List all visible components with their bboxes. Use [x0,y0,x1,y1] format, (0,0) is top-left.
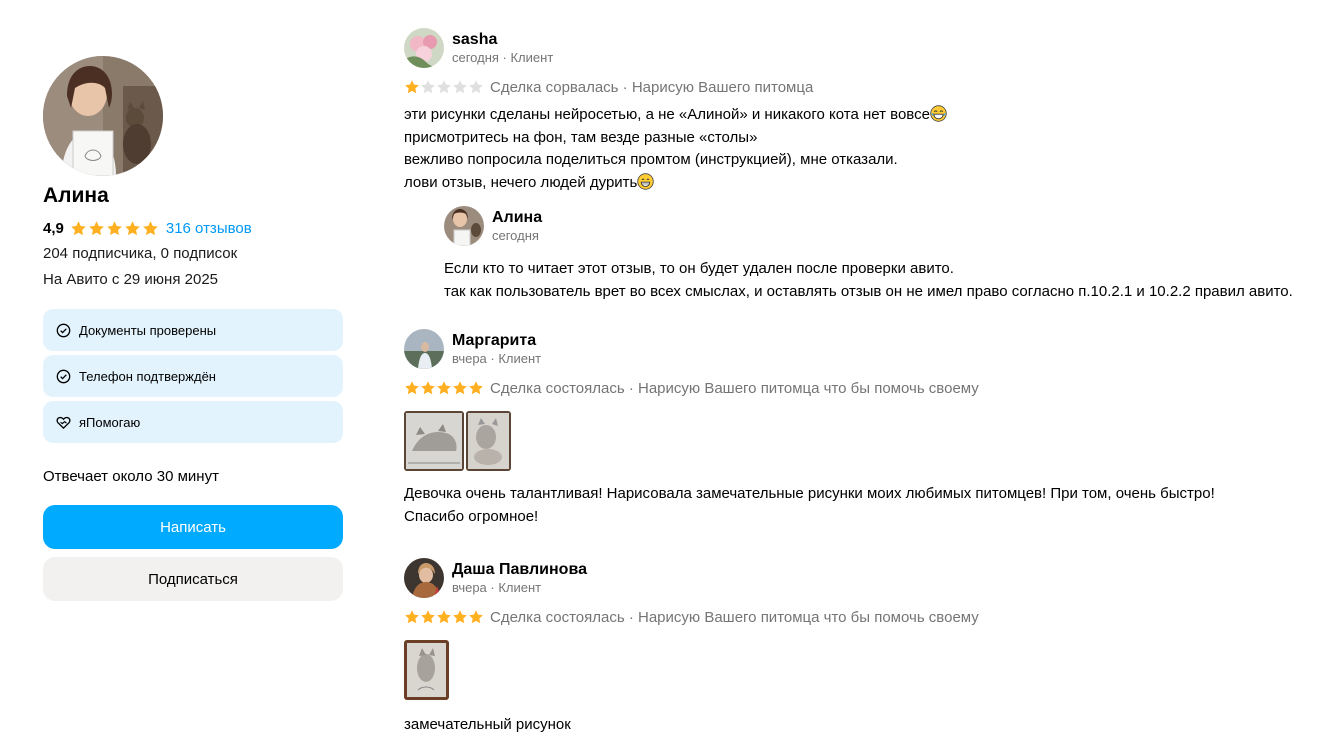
reviews-list: sasha сегодня · Клиент Сделка сорвалась … [404,28,1314,737]
badges-list: Документы проверены Телефон подтверждён … [43,309,343,443]
review-header: sasha сегодня · Клиент [404,28,1314,68]
star-empty-icon [436,79,452,95]
reviewer-avatar[interactable] [404,28,444,68]
followers-text: 204 подписчика, 0 подписок [43,245,238,262]
seller-avatar[interactable] [444,206,484,246]
reviewer-name[interactable]: Маргарита [452,331,541,350]
star-filled-icon [468,380,484,396]
reply-meta: сегодня [492,228,539,243]
badge-label: Телефон подтверждён [79,368,216,384]
reviewer-avatar[interactable] [404,558,444,598]
review-line: эти рисунки сделаны нейросетью, а не «Ал… [404,106,930,123]
review-text: Девочка очень талантливая! Нарисовала за… [404,483,1314,528]
reply-line: Если кто то читает этот отзыв, то он буд… [444,260,954,277]
review-header: Маргарита вчера · Клиент [404,329,1314,369]
review-item: Маргарита вчера · Клиент Сделка состояла… [404,329,1314,528]
review-line: Спасибо огромное! [404,507,539,525]
review-deal-row: Сделка сорвалась · Нарисую Вашего питомц… [404,78,1314,96]
review-photos [404,411,1314,471]
review-deal-row: Сделка состоялась · Нарисую Вашего питом… [404,608,1314,626]
badge-label: яПомогаю [79,414,141,430]
deal-status-text: Сделка сорвалась · Нарисую Вашего питомц… [490,78,814,96]
write-message-button[interactable]: Написать [43,505,343,549]
star-empty-icon [420,79,436,95]
heart-hands-icon [56,415,71,430]
star-filled-icon [404,79,420,95]
star-filled-icon [468,609,484,625]
reply-line: так как пользователь врет во всех смысла… [444,282,1293,300]
review-line: замечательный рисунок [404,716,571,733]
star-empty-icon [452,79,468,95]
seller-name[interactable]: Алина [492,208,542,227]
profile-avatar[interactable] [43,56,163,176]
review-text: эти рисунки сделаны нейросетью, а не «Ал… [404,104,1314,194]
rating-value: 4,9 [43,219,64,237]
seller-reply: Алина сегодня Если кто то читает этот от… [444,206,1314,303]
check-circle-icon [56,323,71,338]
review-meta: вчера · Клиент [452,580,542,595]
review-photo[interactable] [404,411,464,471]
review-item: Даша Павлинова вчера · Клиент Сделка сос… [404,558,1314,737]
review-line: лови отзыв, нечего людей дурить [404,173,638,191]
grinning-emoji-icon [637,173,654,190]
review-item: sasha сегодня · Клиент Сделка сорвалась … [404,28,1314,303]
star-filled-icon [404,609,420,625]
star-filled-icon [452,380,468,396]
review-stars [404,79,484,95]
review-line: вежливо попросила поделиться промтом (ин… [404,151,898,168]
badge-label: Документы проверены [79,322,217,338]
star-filled-icon [106,220,123,237]
subscribe-button[interactable]: Подписаться [43,557,343,601]
deal-status-text: Сделка состоялась · Нарисую Вашего питом… [490,379,979,397]
review-meta: вчера · Клиент [452,351,542,366]
reviewer-name[interactable]: Даша Павлинова [452,560,587,579]
laughing-emoji-icon [930,105,947,122]
star-filled-icon [420,380,436,396]
star-filled-icon [70,220,87,237]
review-photo[interactable] [466,411,511,471]
member-since-text: На Авито с 29 июня 2025 [43,271,218,288]
review-line: Девочка очень талантливая! Нарисовала за… [404,485,1215,502]
review-header: Даша Павлинова вчера · Клиент [404,558,1314,598]
star-filled-icon [88,220,105,237]
deal-status-text: Сделка состоялась · Нарисую Вашего питом… [490,608,979,626]
reply-text: Если кто то читает этот отзыв, то он буд… [444,258,1314,303]
review-stars [404,380,484,396]
review-photo[interactable] [404,640,449,700]
reviewer-name[interactable]: sasha [452,30,553,49]
review-text: замечательный рисунок [404,714,1314,737]
rating-row: 4,9 316 отзывов [43,218,343,238]
star-filled-icon [436,609,452,625]
star-filled-icon [420,609,436,625]
star-filled-icon [404,380,420,396]
badge-ya-pomogayu[interactable]: яПомогаю [43,401,343,443]
star-filled-icon [124,220,141,237]
badge-documents-verified[interactable]: Документы проверены [43,309,343,351]
rating-stars [70,220,159,237]
star-filled-icon [452,609,468,625]
review-line: присмотритесь на фон, там везде разные «… [404,128,758,146]
profile-sidebar: Алина 4,9 316 отзывов 204 подписчика, 0 … [43,56,343,601]
reply-header: Алина сегодня [444,206,1314,246]
review-meta: сегодня · Клиент [452,50,554,65]
profile-name: Алина [43,184,109,207]
star-filled-icon [436,380,452,396]
star-empty-icon [468,79,484,95]
response-time-text: Отвечает около 30 минут [43,468,219,485]
review-deal-row: Сделка состоялась · Нарисую Вашего питом… [404,379,1314,397]
check-circle-icon [56,369,71,384]
reviewer-avatar[interactable] [404,329,444,369]
reviews-count-link[interactable]: 316 отзывов [166,220,252,237]
badge-phone-verified[interactable]: Телефон подтверждён [43,355,343,397]
review-photos [404,640,1314,700]
review-stars [404,609,484,625]
star-filled-icon [142,220,159,237]
